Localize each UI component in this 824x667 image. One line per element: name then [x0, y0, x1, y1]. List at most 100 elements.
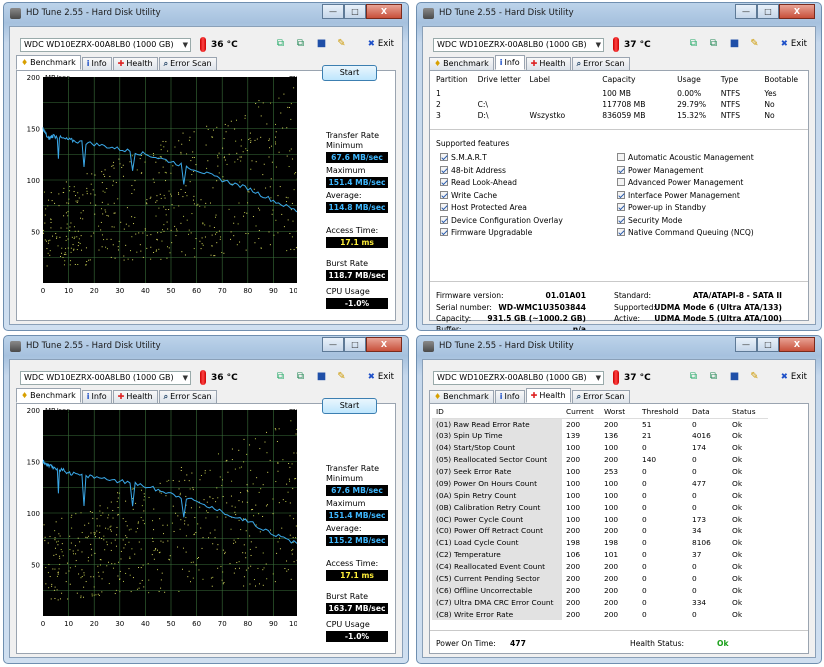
smart-row[interactable]: (0A) Spin Retry Count 100 100 0 0 Ok [432, 489, 768, 502]
partition-list[interactable]: Partition Drive letter Label Capacity Usage T… [434, 74, 804, 121]
copy-icon[interactable]: ⧉ [687, 371, 700, 383]
checkbox-icon[interactable] [617, 215, 625, 224]
tab-health[interactable]: ✚ Health [112, 57, 158, 70]
checkbox-icon[interactable] [440, 178, 448, 186]
feature-checkbox[interactable]: Power-up in Standby [617, 203, 706, 212]
copy-icon[interactable]: ⧉ [274, 371, 287, 383]
smart-row[interactable]: (01) Raw Read Error Rate 200 200 51 0 Ok [432, 418, 768, 430]
exit-button[interactable]: ✖ Exit [368, 372, 394, 382]
checkbox-icon[interactable] [440, 153, 448, 161]
copy-text-icon[interactable]: ⧉ [707, 38, 720, 50]
tab-health[interactable]: ✚ Health [112, 390, 158, 403]
checkbox-icon[interactable] [440, 165, 448, 174]
close-button[interactable]: X [779, 4, 815, 19]
title-bar[interactable]: HD Tune 2.55 - Hard Disk Utility — □ X [417, 3, 821, 25]
chevron-down-icon[interactable]: ▼ [183, 39, 188, 51]
options-icon[interactable]: ✎ [748, 371, 761, 383]
smart-row[interactable]: (C7) Ultra DMA CRC Error Count 200 200 0 334… [432, 596, 768, 609]
smart-row[interactable]: (0B) Calibration Retry Count 100 100 0 0 Ok [432, 501, 768, 514]
tab-health[interactable]: ✚ Health [525, 57, 571, 70]
copy-text-icon[interactable]: ⧉ [294, 38, 307, 50]
minimize-button[interactable]: — [322, 4, 344, 19]
feature-checkbox[interactable]: Device Configuration Overlay [440, 215, 563, 225]
smart-row[interactable]: (07) Seek Error Rate 100 253 0 0 Ok [432, 465, 768, 478]
maximize-button[interactable]: □ [757, 4, 779, 19]
partition-row[interactable]: 2 C:\ 117708 MB 29.79% NTFS No [434, 99, 804, 110]
close-button[interactable]: X [366, 4, 402, 19]
checkbox-icon[interactable] [617, 178, 625, 186]
options-icon[interactable]: ✎ [748, 38, 761, 50]
feature-checkbox[interactable]: Firmware Upgradable [440, 228, 532, 237]
feature-checkbox[interactable]: Power Management [617, 165, 703, 175]
tab-benchmark[interactable]: ♦ Benchmark [429, 390, 494, 403]
exit-button[interactable]: ✖ Exit [368, 39, 394, 49]
tab-error-scan[interactable]: ⌕ Error Scan [571, 390, 630, 403]
exit-button[interactable]: ✖ Exit [781, 372, 807, 382]
tab-error-scan[interactable]: ⌕ Error Scan [158, 57, 217, 70]
close-button[interactable]: X [779, 337, 815, 352]
copy-icon[interactable]: ⧉ [687, 38, 700, 50]
smart-row[interactable]: (C2) Temperature 106 101 0 37 Ok [432, 548, 768, 561]
checkbox-icon[interactable] [440, 215, 448, 224]
drive-select[interactable]: WDC WD10EZRX-00A8LB0 (1000 GB) ▼ [20, 371, 191, 385]
feature-checkbox[interactable]: Advanced Power Management [617, 178, 743, 187]
start-button[interactable]: Start [322, 398, 377, 414]
tab-benchmark[interactable]: ♦ Benchmark [429, 57, 494, 70]
smart-row[interactable]: (05) Reallocated Sector Count 200 200 140 0 O… [432, 453, 768, 466]
feature-checkbox[interactable]: Security Mode [617, 215, 682, 225]
smart-row[interactable]: (C6) Offline Uncorrectable 200 200 0 0 Ok [432, 584, 768, 597]
maximize-button[interactable]: □ [757, 337, 779, 352]
feature-checkbox[interactable]: Write Cache [440, 190, 497, 200]
save-icon[interactable]: ■ [728, 371, 741, 383]
drive-select[interactable]: WDC WD10EZRX-00A8LB0 (1000 GB) ▼ [20, 38, 191, 52]
smart-row[interactable]: (C8) Write Error Rate 200 200 0 0 Ok [432, 608, 768, 621]
smart-row[interactable]: (C0) Power Off Retract Count 200 200 0 34 Ok [432, 525, 768, 537]
tab-health[interactable]: ✚ Health [525, 388, 571, 403]
checkbox-icon[interactable] [440, 190, 448, 199]
feature-checkbox[interactable]: 48-bit Address [440, 165, 506, 175]
smart-row[interactable]: (C1) Load Cycle Count 198 198 0 8106 Ok [432, 536, 768, 549]
title-bar[interactable]: HD Tune 2.55 - Hard Disk Utility — □ X [4, 3, 408, 25]
checkbox-icon[interactable] [617, 228, 625, 236]
feature-checkbox[interactable]: Read Look-Ahead [440, 178, 517, 187]
chevron-down-icon[interactable]: ▼ [596, 372, 601, 384]
feature-checkbox[interactable]: Host Protected Area [440, 203, 527, 212]
copy-text-icon[interactable]: ⧉ [707, 371, 720, 383]
save-icon[interactable]: ■ [315, 38, 328, 50]
copy-text-icon[interactable]: ⧉ [294, 371, 307, 383]
save-icon[interactable]: ■ [728, 38, 741, 50]
start-button[interactable]: Start [322, 65, 377, 81]
feature-checkbox[interactable]: Interface Power Management [617, 190, 740, 200]
smart-attribute-list[interactable]: ID Current Worst Threshold Data Status (01) Ra… [432, 406, 806, 626]
checkbox-icon[interactable] [617, 190, 625, 199]
partition-row[interactable]: 3 D:\ Wszystko 836059 MB 15.32% NTFS No [434, 110, 804, 121]
tab-info[interactable]: i Info [494, 55, 525, 70]
smart-row[interactable]: (C5) Current Pending Sector 200 200 0 0 Ok [432, 572, 768, 585]
tab-info[interactable]: i Info [81, 390, 112, 403]
drive-select[interactable]: WDC WD10EZRX-00A8LB0 (1000 GB) ▼ [433, 371, 604, 385]
feature-checkbox[interactable]: Automatic Acoustic Management [617, 153, 754, 162]
tab-benchmark[interactable]: ♦ Benchmark [16, 388, 81, 403]
tab-benchmark[interactable]: ♦ Benchmark [16, 55, 81, 70]
smart-row[interactable]: (09) Power On Hours Count 100 100 0 477 Ok [432, 477, 768, 490]
tab-error-scan[interactable]: ⌕ Error Scan [571, 57, 630, 70]
checkbox-icon[interactable] [617, 165, 625, 174]
chevron-down-icon[interactable]: ▼ [596, 39, 601, 51]
feature-checkbox[interactable]: Native Command Queuing (NCQ) [617, 228, 754, 237]
partition-row[interactable]: 1 100 MB 0.00% NTFS Yes [434, 88, 804, 99]
smart-row[interactable]: (C4) Reallocated Event Count 200 200 0 0 Ok [432, 560, 768, 573]
smart-row[interactable]: (04) Start/Stop Count 100 100 0 174 Ok [432, 441, 768, 454]
feature-checkbox[interactable]: S.M.A.R.T [440, 153, 487, 162]
tab-info[interactable]: i Info [81, 57, 112, 70]
save-icon[interactable]: ■ [315, 371, 328, 383]
checkbox-icon[interactable] [617, 203, 625, 211]
title-bar[interactable]: HD Tune 2.55 - Hard Disk Utility — □ X [417, 336, 821, 358]
smart-row[interactable]: (03) Spin Up Time 139 136 21 4016 Ok [432, 429, 768, 442]
minimize-button[interactable]: — [735, 337, 757, 352]
options-icon[interactable]: ✎ [335, 371, 348, 383]
title-bar[interactable]: HD Tune 2.55 - Hard Disk Utility — □ X [4, 336, 408, 358]
tab-error-scan[interactable]: ⌕ Error Scan [158, 390, 217, 403]
drive-select[interactable]: WDC WD10EZRX-00A8LB0 (1000 GB) ▼ [433, 38, 604, 52]
tab-info[interactable]: i Info [494, 390, 525, 403]
maximize-button[interactable]: □ [344, 4, 366, 19]
